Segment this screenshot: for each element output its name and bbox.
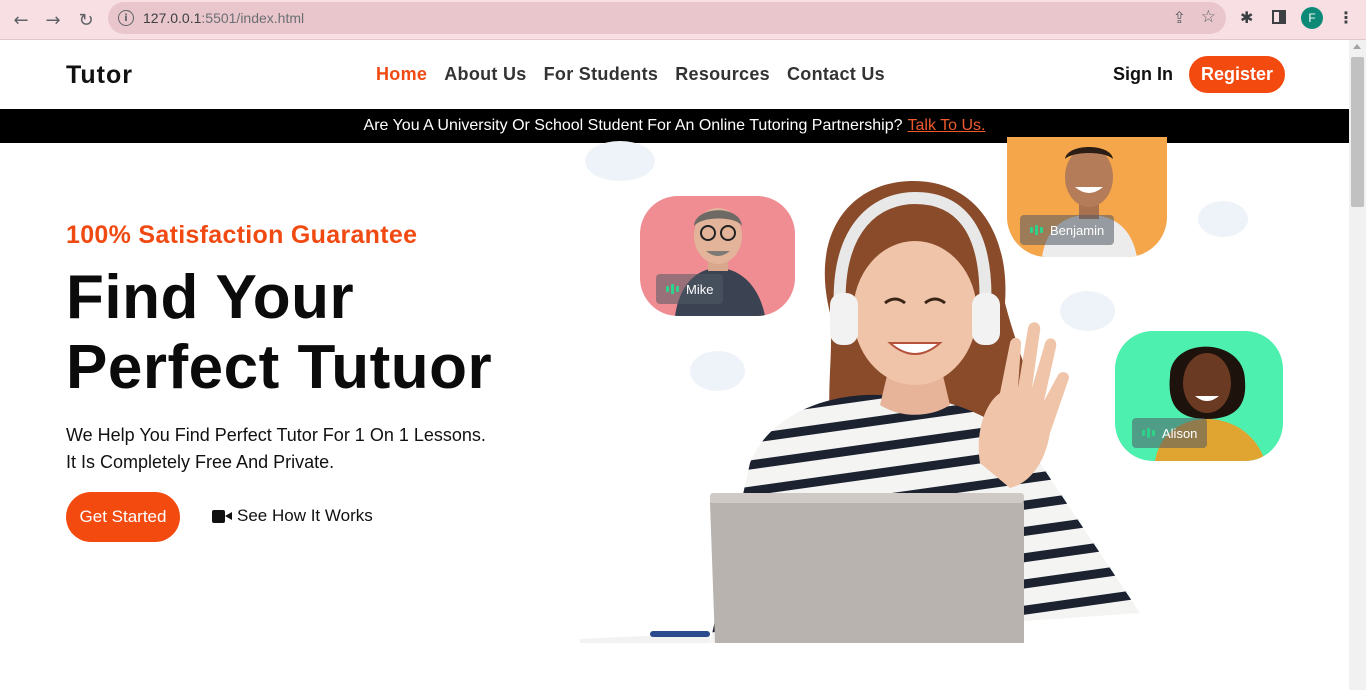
tutor-name: Alison [1162, 425, 1198, 441]
main-nav: Home About Us For Students Resources Con… [376, 64, 885, 85]
hero-title-line-2: Perfect Tutuor [66, 333, 493, 402]
register-button[interactable]: Register [1189, 56, 1285, 93]
see-how-it-works-link[interactable]: See How It Works [212, 506, 373, 526]
hero-title: Find Your Perfect Tutuor [66, 263, 492, 403]
page-scrollbar[interactable] [1349, 40, 1366, 690]
sign-in-link[interactable]: Sign In [1113, 64, 1173, 85]
browser-toolbar: ← → ↻ i 127.0.0.1:5501/index.html ⇪ ☆ ✱ … [0, 0, 1366, 40]
tutor-card-alison[interactable]: Alison [1115, 331, 1283, 461]
page: Tutor Home About Us For Students Resourc… [0, 41, 1349, 690]
scrollbar-thumb[interactable] [1351, 57, 1364, 207]
address-text[interactable]: 127.0.0.1:5501/index.html [143, 10, 304, 26]
forward-icon[interactable]: → [40, 7, 66, 33]
hero-subtitle-line-1: We Help You Find Perfect Tutor For 1 On … [66, 425, 486, 445]
site-logo[interactable]: Tutor [66, 61, 133, 90]
audio-level-icon [1030, 225, 1043, 235]
hero-title-line-1: Find Your [66, 263, 355, 332]
tutor-name-tag: Benjamin [1020, 215, 1115, 245]
hero-subtitle-line-2: It Is Completely Free And Private. [66, 452, 335, 472]
tutor-card-mike[interactable]: Mike [640, 196, 795, 316]
hero-eyebrow: 100% Satisfaction Guarantee [66, 221, 418, 249]
audio-level-icon [666, 284, 679, 294]
site-header: Tutor Home About Us For Students Resourc… [0, 41, 1349, 109]
banner-text: Are You A University Or School Student F… [363, 117, 903, 134]
get-started-button[interactable]: Get Started [66, 492, 180, 542]
nav-about-us[interactable]: About Us [444, 64, 526, 85]
bookmark-star-icon[interactable]: ☆ [1201, 7, 1216, 27]
nav-contact-us[interactable]: Contact Us [787, 64, 885, 85]
share-icon[interactable]: ⇪ [1173, 8, 1186, 27]
site-info-icon[interactable]: i [118, 10, 134, 26]
video-camera-icon [212, 509, 232, 523]
back-icon[interactable]: ← [8, 7, 34, 33]
hero-subtitle: We Help You Find Perfect Tutor For 1 On … [66, 422, 486, 476]
tutor-name: Mike [686, 281, 714, 297]
tutor-name: Benjamin [1050, 222, 1105, 238]
scroll-up-arrow-icon[interactable] [1353, 44, 1361, 49]
extensions-puzzle-icon[interactable]: ✱ [1240, 8, 1253, 27]
nav-for-students[interactable]: For Students [544, 64, 659, 85]
tutor-card-benjamin[interactable]: Benjamin [1007, 137, 1167, 257]
nav-resources[interactable]: Resources [675, 64, 770, 85]
tutor-name-tag: Mike [656, 274, 724, 304]
reload-icon[interactable]: ↻ [73, 7, 99, 33]
side-panel-icon[interactable] [1272, 9, 1286, 28]
see-how-label: See How It Works [237, 506, 373, 525]
nav-home[interactable]: Home [376, 64, 427, 85]
decor-circle [1198, 201, 1248, 237]
tutor-name-tag: Alison [1132, 418, 1208, 448]
address-bar[interactable]: i 127.0.0.1:5501/index.html ⇪ ☆ [108, 2, 1226, 34]
banner-talk-link[interactable]: Talk To Us. [908, 117, 986, 135]
profile-avatar[interactable]: F [1301, 7, 1323, 29]
browser-menu-icon[interactable]: ⋮ [1338, 8, 1354, 27]
audio-level-icon [1142, 428, 1155, 438]
